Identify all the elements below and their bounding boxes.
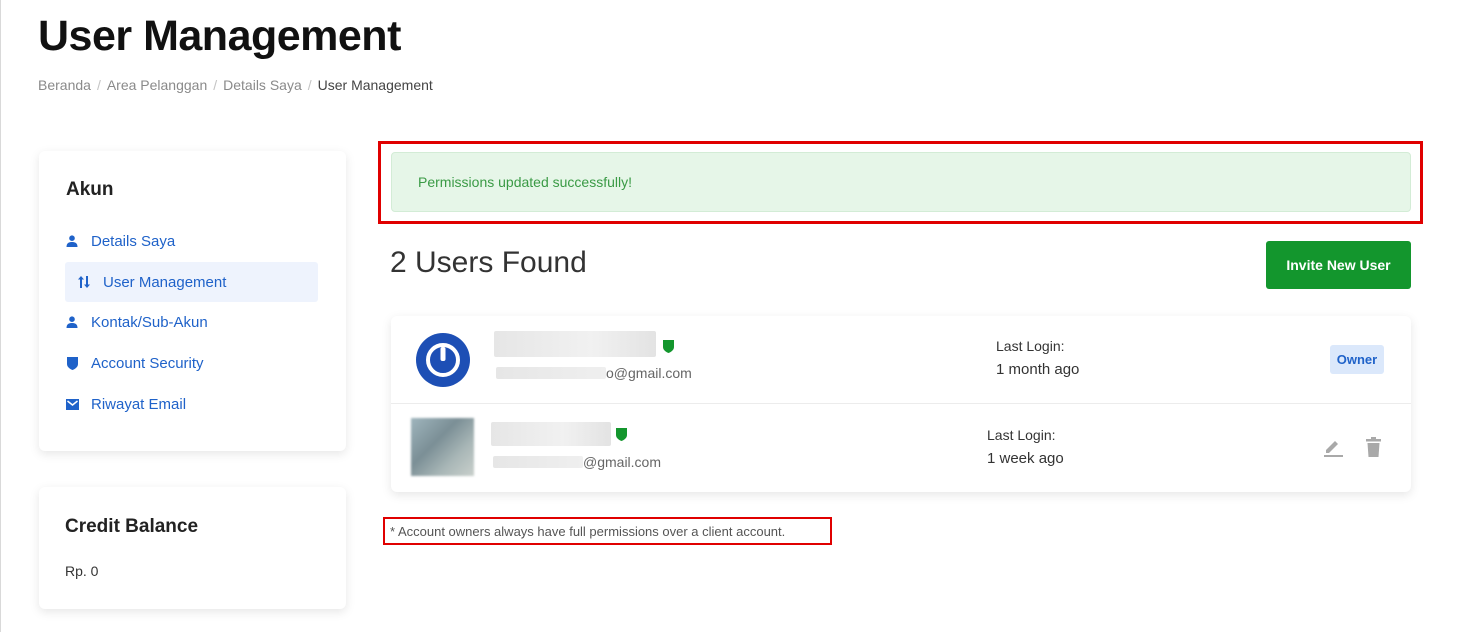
- success-alert: Permissions updated successfully!: [391, 152, 1411, 212]
- invite-new-user-button[interactable]: Invite New User: [1266, 241, 1411, 289]
- envelope-icon: [65, 397, 79, 411]
- verified-shield-icon: [616, 428, 627, 441]
- sidebar-item-label: Account Security: [91, 354, 204, 372]
- user-row: @gmail.com Last Login: 1 week ago: [391, 404, 1411, 492]
- sidebar-item-details-saya[interactable]: Details Saya: [65, 221, 318, 261]
- verified-shield-icon: [663, 340, 674, 353]
- user-email: @gmail.com: [583, 454, 662, 470]
- last-login-label: Last Login:: [987, 427, 1056, 443]
- user-email-redacted: [493, 456, 583, 468]
- user-name-redacted: [494, 331, 656, 357]
- breadcrumb-separator: /: [307, 77, 312, 93]
- avatar: [411, 418, 474, 476]
- breadcrumb-beranda[interactable]: Beranda: [38, 77, 91, 93]
- person-icon: [65, 234, 79, 248]
- breadcrumb-current: User Management: [317, 77, 433, 93]
- edit-icon[interactable]: [1323, 437, 1343, 457]
- sidebar-item-label: Riwayat Email: [91, 395, 187, 413]
- last-login-label: Last Login:: [996, 338, 1065, 354]
- sidebar-item-riwayat-email[interactable]: Riwayat Email: [65, 384, 318, 424]
- account-sidebar: Akun Details Saya User Management Kontak…: [39, 151, 346, 451]
- sidebar-item-label: Details Saya: [91, 232, 176, 250]
- credit-balance-value: Rp. 0: [65, 563, 99, 579]
- sidebar-item-kontak-sub-akun[interactable]: Kontak/Sub-Akun: [65, 302, 318, 342]
- user-email: o@gmail.com: [606, 365, 692, 381]
- shield-icon: [65, 356, 79, 370]
- last-login-value: 1 month ago: [996, 361, 1080, 378]
- trash-icon[interactable]: [1366, 437, 1381, 457]
- sidebar-item-label: Kontak/Sub-Akun: [91, 313, 208, 331]
- sidebar-item-account-security[interactable]: Account Security: [65, 343, 318, 383]
- owner-permissions-footnote: * Account owners always have full permis…: [383, 517, 832, 545]
- user-row: o@gmail.com Last Login: 1 month ago Owne…: [391, 316, 1411, 404]
- breadcrumb: Beranda / Area Pelanggan / Details Saya …: [38, 77, 433, 93]
- user-email-redacted: [496, 367, 606, 379]
- users-list: o@gmail.com Last Login: 1 month ago Owne…: [391, 316, 1411, 492]
- users-found-count: 2 Users Found: [390, 246, 587, 279]
- credit-balance-heading: Credit Balance: [65, 516, 199, 537]
- person-icon: [65, 315, 79, 329]
- credit-balance-card: Credit Balance Rp. 0: [39, 487, 346, 609]
- breadcrumb-separator: /: [213, 77, 218, 93]
- user-name-redacted: [491, 422, 611, 446]
- sidebar-item-user-management[interactable]: User Management: [65, 262, 318, 302]
- sidebar-heading: Akun: [66, 179, 114, 200]
- avatar: [416, 333, 470, 387]
- breadcrumb-area-pelanggan[interactable]: Area Pelanggan: [107, 77, 207, 93]
- sidebar-item-label: User Management: [103, 273, 227, 291]
- power-logo-icon: [426, 343, 460, 377]
- last-login-value: 1 week ago: [987, 450, 1064, 467]
- breadcrumb-separator: /: [96, 77, 101, 93]
- owner-badge: Owner: [1330, 345, 1384, 374]
- page-title: User Management: [38, 12, 401, 60]
- breadcrumb-details-saya[interactable]: Details Saya: [223, 77, 302, 93]
- sort-arrows-icon: [77, 275, 91, 289]
